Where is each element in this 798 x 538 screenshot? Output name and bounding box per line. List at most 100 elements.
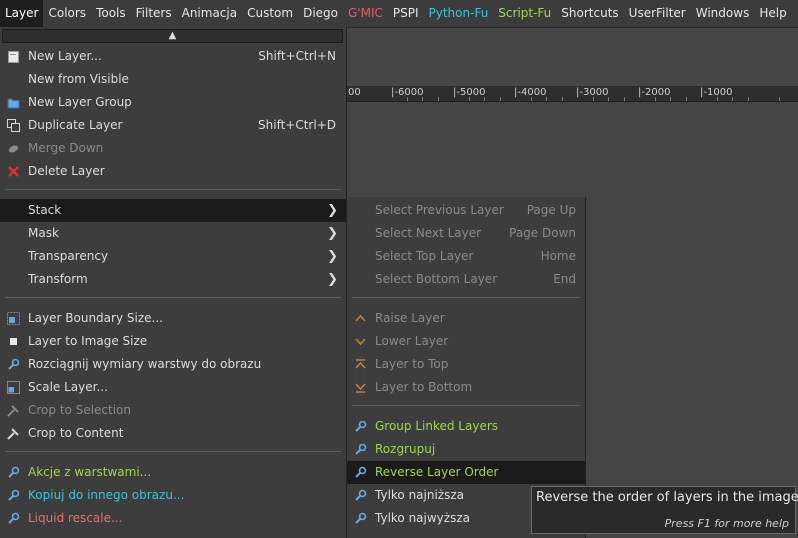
menu-item-label: Stack bbox=[28, 203, 62, 217]
menu-item-layer-to-top[interactable]: Layer to Top bbox=[347, 353, 585, 376]
menu-item-layer-to-image-size[interactable]: Layer to Image Size bbox=[0, 330, 346, 353]
ruler-tick bbox=[624, 97, 625, 101]
menu-item-scale-layer[interactable]: Scale Layer... bbox=[0, 376, 346, 399]
duplicate-icon bbox=[7, 119, 20, 132]
menu-item-delete-layer[interactable]: Delete Layer bbox=[0, 160, 346, 183]
shortcut-label: Page Up bbox=[526, 203, 576, 217]
shortcut-label: End bbox=[553, 272, 576, 286]
menu-item-new-from-visible[interactable]: New from Visible bbox=[0, 68, 346, 91]
ruler-tick bbox=[562, 97, 563, 101]
script-icon bbox=[7, 489, 20, 502]
menu-userfilter[interactable]: UserFilter bbox=[624, 0, 691, 27]
menu-python-fu[interactable]: Python-Fu bbox=[424, 0, 494, 27]
menu-item-layer-boundary-size[interactable]: Layer Boundary Size... bbox=[0, 307, 346, 330]
menu-bar: Layer Colors Tools Filters Animacja Cust… bbox=[0, 0, 798, 28]
ruler-tick bbox=[531, 97, 532, 101]
menu-item-label: Select Previous Layer bbox=[375, 203, 504, 217]
menu-item-duplicate-layer[interactable]: Duplicate Layer Shift+Ctrl+D bbox=[0, 114, 346, 137]
menu-item-select-bottom-layer[interactable]: Select Bottom Layer End bbox=[347, 268, 585, 291]
menu-custom[interactable]: Custom bbox=[242, 0, 298, 27]
menu-item-label: Crop to Selection bbox=[28, 403, 131, 417]
shortcut-label: Page Down bbox=[509, 226, 576, 240]
menu-item-select-previous-layer[interactable]: Select Previous Layer Page Up bbox=[347, 199, 585, 222]
menu-separator bbox=[352, 297, 580, 298]
lower-icon bbox=[354, 335, 367, 348]
ruler-tick bbox=[670, 97, 671, 101]
menu-item-merge-down[interactable]: Merge Down bbox=[0, 137, 346, 160]
menu-item-label: Group Linked Layers bbox=[375, 419, 499, 433]
menu-item-label: New Layer Group bbox=[28, 95, 132, 109]
menu-item-layer-to-bottom[interactable]: Layer to Bottom bbox=[347, 376, 585, 399]
ruler-tick bbox=[422, 97, 423, 101]
menu-item-label: Liquid rescale... bbox=[28, 511, 123, 525]
menu-script-fu[interactable]: Script-Fu bbox=[493, 0, 556, 27]
menu-item-reverse-layer-order[interactable]: Reverse Layer Order bbox=[347, 461, 585, 484]
ruler-tick bbox=[779, 97, 780, 101]
menu-item-lower-layer[interactable]: Lower Layer bbox=[347, 330, 585, 353]
menu-item-group-linked-layers[interactable]: Group Linked Layers bbox=[347, 415, 585, 438]
menu-windows[interactable]: Windows bbox=[691, 0, 755, 27]
delete-icon bbox=[7, 165, 20, 178]
boundary-size-icon bbox=[7, 312, 20, 325]
menu-item-crop-to-selection[interactable]: Crop to Selection bbox=[0, 399, 346, 422]
script-icon bbox=[7, 358, 20, 371]
menu-item-label: Akcje z warstwami... bbox=[28, 465, 152, 479]
shortcut-label: Home bbox=[540, 249, 576, 263]
script-icon bbox=[354, 466, 367, 479]
menu-item-transform[interactable]: Transform ❯ bbox=[0, 268, 346, 291]
menu-separator bbox=[5, 297, 341, 298]
script-icon bbox=[7, 512, 20, 525]
raise-icon bbox=[354, 312, 367, 325]
menu-item-label: New from Visible bbox=[28, 72, 129, 86]
menu-item-label: Mask bbox=[28, 226, 59, 240]
menu-item-rozciagnij[interactable]: Rozciągnij wymiary warstwy do obrazu bbox=[0, 353, 346, 376]
scale-icon bbox=[7, 381, 20, 394]
menu-item-akcje[interactable]: Akcje z warstwami... bbox=[0, 461, 346, 484]
tooltip-text: Reverse the order of layers in the image bbox=[536, 490, 798, 505]
ruler-tick bbox=[732, 97, 733, 101]
menu-item-stack[interactable]: Stack ❯ bbox=[0, 199, 346, 222]
menu-item-label: Layer to Bottom bbox=[375, 380, 473, 394]
menu-item-new-layer-group[interactable]: New Layer Group bbox=[0, 91, 346, 114]
menu-item-new-layer[interactable]: New Layer... Shift+Ctrl+N bbox=[0, 45, 346, 68]
menu-item-label: Merge Down bbox=[28, 141, 104, 155]
menu-item-crop-to-content[interactable]: Crop to Content bbox=[0, 422, 346, 445]
menu-item-select-top-layer[interactable]: Select Top Layer Home bbox=[347, 245, 585, 268]
to-bottom-icon bbox=[354, 381, 367, 394]
menu-pspi[interactable]: PSPI bbox=[388, 0, 424, 27]
menu-filters[interactable]: Filters bbox=[131, 0, 177, 27]
ruler-tick bbox=[748, 97, 749, 101]
menu-item-label: Rozciągnij wymiary warstwy do obrazu bbox=[28, 357, 262, 371]
menu-item-mask[interactable]: Mask ❯ bbox=[0, 222, 346, 245]
horizontal-ruler[interactable]: 00 |-6000 |-5000 |-4000 |-3000 |-2000 |-… bbox=[347, 86, 798, 102]
menu-tools[interactable]: Tools bbox=[91, 0, 131, 27]
menu-item-label: Duplicate Layer bbox=[28, 118, 123, 132]
script-icon bbox=[354, 489, 367, 502]
menu-item-raise-layer[interactable]: Raise Layer bbox=[347, 307, 585, 330]
menu-item-transparency[interactable]: Transparency ❯ bbox=[0, 245, 346, 268]
menu-help[interactable]: Help bbox=[754, 0, 791, 27]
menu-item-label: Kopiuj do innego obrazu... bbox=[28, 488, 185, 502]
script-icon bbox=[354, 443, 367, 456]
menu-item-liquid-rescale[interactable]: Liquid rescale... bbox=[0, 507, 346, 530]
menu-separator bbox=[5, 451, 341, 452]
menu-item-label: Rozgrupuj bbox=[375, 442, 436, 456]
menu-animacja[interactable]: Animacja bbox=[177, 0, 242, 27]
ruler-tick bbox=[438, 97, 439, 101]
menu-layer[interactable]: Layer bbox=[0, 0, 44, 27]
menu-item-label: Transparency bbox=[28, 249, 109, 263]
menu-item-kopiuj[interactable]: Kopiuj do innego obrazu... bbox=[0, 484, 346, 507]
to-top-icon bbox=[354, 358, 367, 371]
menu-shortcuts[interactable]: Shortcuts bbox=[556, 0, 623, 27]
scroll-up-arrow[interactable]: ▲ bbox=[2, 29, 343, 43]
menu-item-label: Layer to Top bbox=[375, 357, 449, 371]
ruler-tick bbox=[407, 97, 408, 101]
menu-item-rozgrupuj[interactable]: Rozgrupuj bbox=[347, 438, 585, 461]
merge-down-icon bbox=[7, 142, 20, 155]
menu-gmic[interactable]: G'MIC bbox=[343, 0, 388, 27]
ruler-tick bbox=[469, 97, 470, 101]
menu-item-label: Select Top Layer bbox=[375, 249, 474, 263]
menu-item-select-next-layer[interactable]: Select Next Layer Page Down bbox=[347, 222, 585, 245]
menu-diego[interactable]: Diego bbox=[298, 0, 343, 27]
menu-colors[interactable]: Colors bbox=[43, 0, 91, 27]
